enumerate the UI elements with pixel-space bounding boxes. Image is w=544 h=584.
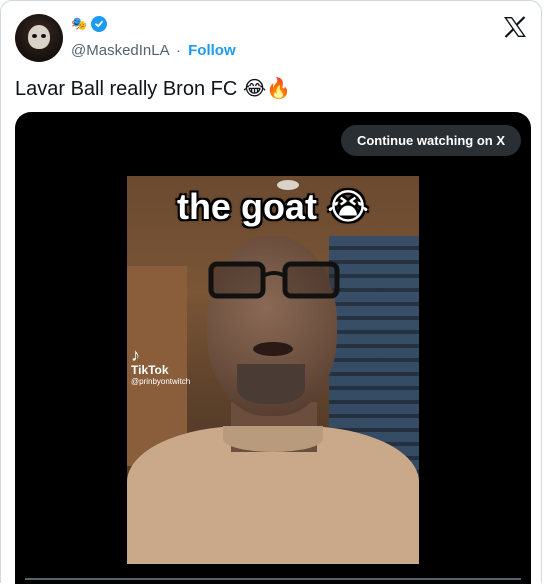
video-frame[interactable]: the goat 😭 ♪ TikTok @prinbyontwitch xyxy=(127,176,419,564)
crying-emoji: 😭 xyxy=(326,186,370,227)
author-badges: 🎭 xyxy=(71,15,108,33)
tweet-card: 🎭 @MaskedInLA · Follow Lavar Ball really… xyxy=(0,0,542,584)
avatar-mask-face xyxy=(28,25,50,49)
fire-emoji: 🔥 xyxy=(266,78,292,100)
video-caption: the goat 😭 xyxy=(176,186,370,227)
video-progress-bar[interactable] xyxy=(25,578,521,580)
verified-icon xyxy=(91,16,108,32)
video-player[interactable]: Continue watching on X the goat 😭 ♪ TikT… xyxy=(15,112,531,584)
tiktok-username: @prinbyontwitch xyxy=(131,377,191,386)
laughing-crying-emoji: 😂 xyxy=(242,78,267,100)
continue-watching-button[interactable]: Continue watching on X xyxy=(340,125,521,156)
tiktok-note-icon: ♪ xyxy=(131,345,140,365)
separator-dot: · xyxy=(175,42,181,59)
avatar[interactable] xyxy=(15,14,63,62)
tiktok-watermark: ♪ TikTok @prinbyontwitch xyxy=(131,346,190,388)
tweet-body: Lavar Ball really Bron FC xyxy=(15,78,238,100)
tiktok-brand: TikTok xyxy=(131,363,169,377)
author-handle[interactable]: @MaskedInLA xyxy=(71,42,169,59)
author-handle-row: @MaskedInLA · Follow xyxy=(71,42,236,60)
follow-button[interactable]: Follow xyxy=(188,42,236,59)
tweet-text: Lavar Ball really Bron FC 😂🔥 xyxy=(15,76,291,102)
theater-masks-icon: 🎭 xyxy=(71,16,88,31)
glasses xyxy=(208,261,340,299)
x-logo-icon[interactable] xyxy=(503,16,527,38)
